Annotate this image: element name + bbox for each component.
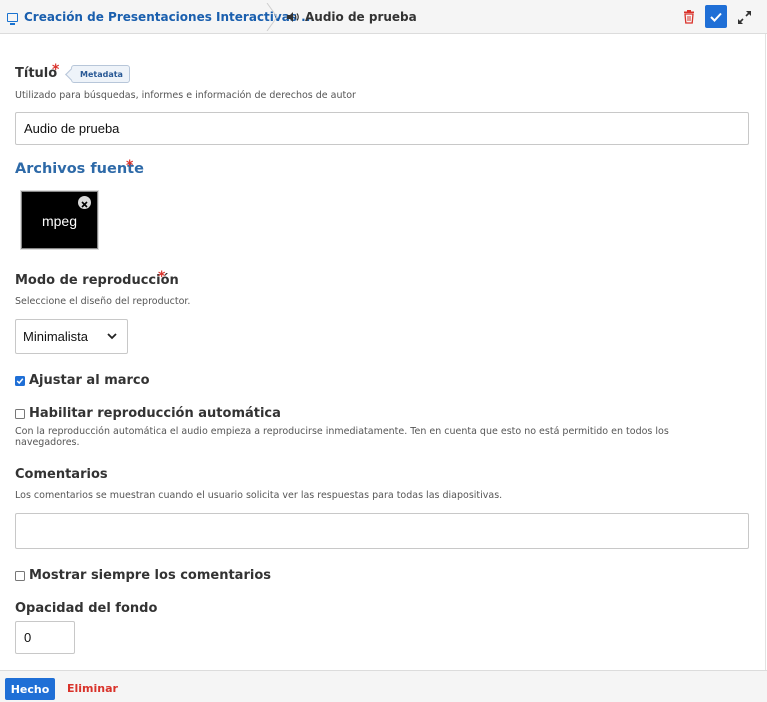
fit-frame-option: Ajustar al marco (15, 373, 150, 388)
expand-icon[interactable] (737, 10, 752, 25)
check-icon (710, 12, 722, 22)
monitor-icon (7, 12, 18, 25)
check-icon (16, 377, 24, 384)
comments-description: Los comentarios se muestran cuando el us… (15, 490, 503, 501)
trash-icon[interactable] (683, 10, 695, 24)
playback-mode-value: Minimalista (23, 329, 89, 344)
source-file-tile[interactable]: mpeg (21, 191, 98, 249)
speaker-icon (287, 12, 299, 22)
scroll-edge (765, 34, 766, 670)
playback-mode-select[interactable]: Minimalista (15, 319, 128, 354)
title-label: Título (15, 66, 58, 81)
confirm-button[interactable] (705, 5, 727, 28)
title-input[interactable]: Audio de prueba (15, 112, 749, 145)
metadata-button[interactable]: Metadata (71, 65, 130, 83)
breadcrumb-separator (266, 3, 278, 31)
close-circle-icon[interactable] (78, 196, 91, 209)
sources-label: Archivos fuente (15, 161, 144, 177)
breadcrumb-current-label: Audio de prueba (305, 10, 417, 24)
opacity-label: Opacidad del fondo (15, 601, 158, 616)
done-button[interactable]: Hecho (5, 678, 55, 700)
always-show-comments-option: Mostrar siempre los comentarios (15, 568, 271, 583)
autoplay-checkbox[interactable] (15, 408, 25, 419)
comments-input[interactable] (15, 513, 749, 549)
source-file-label: mpeg (41, 213, 78, 229)
comments-label: Comentarios (15, 467, 108, 482)
chevron-down-icon (107, 333, 117, 340)
autoplay-description-line1: Con la reproducción automática el audio … (15, 426, 669, 437)
editor-header: Creación de Presentaciones Interactivas … (0, 0, 767, 34)
editor-footer: Hecho Eliminar (0, 670, 767, 702)
playback-label: Modo de reproducción (15, 273, 179, 288)
opacity-input[interactable]: 0 (15, 621, 75, 654)
fit-frame-checkbox[interactable] (15, 375, 25, 386)
remove-button[interactable]: Eliminar (67, 682, 118, 695)
playback-required-mark: * (158, 269, 166, 285)
fit-frame-label[interactable]: Ajustar al marco (29, 373, 150, 388)
autoplay-label[interactable]: Habilitar reproducción automática (29, 406, 281, 421)
title-description: Utilizado para búsquedas, informes e inf… (15, 90, 356, 101)
always-show-comments-label[interactable]: Mostrar siempre los comentarios (29, 568, 271, 583)
title-required-mark: * (52, 62, 60, 78)
playback-description: Seleccione el diseño del reproductor. (15, 296, 191, 307)
always-show-comments-checkbox[interactable] (15, 570, 25, 581)
autoplay-description-line2: navegadores. (15, 437, 80, 448)
breadcrumb-current: Audio de prueba (286, 0, 417, 34)
autoplay-option: Habilitar reproducción automática (15, 406, 281, 421)
sources-required-mark: * (126, 158, 134, 174)
